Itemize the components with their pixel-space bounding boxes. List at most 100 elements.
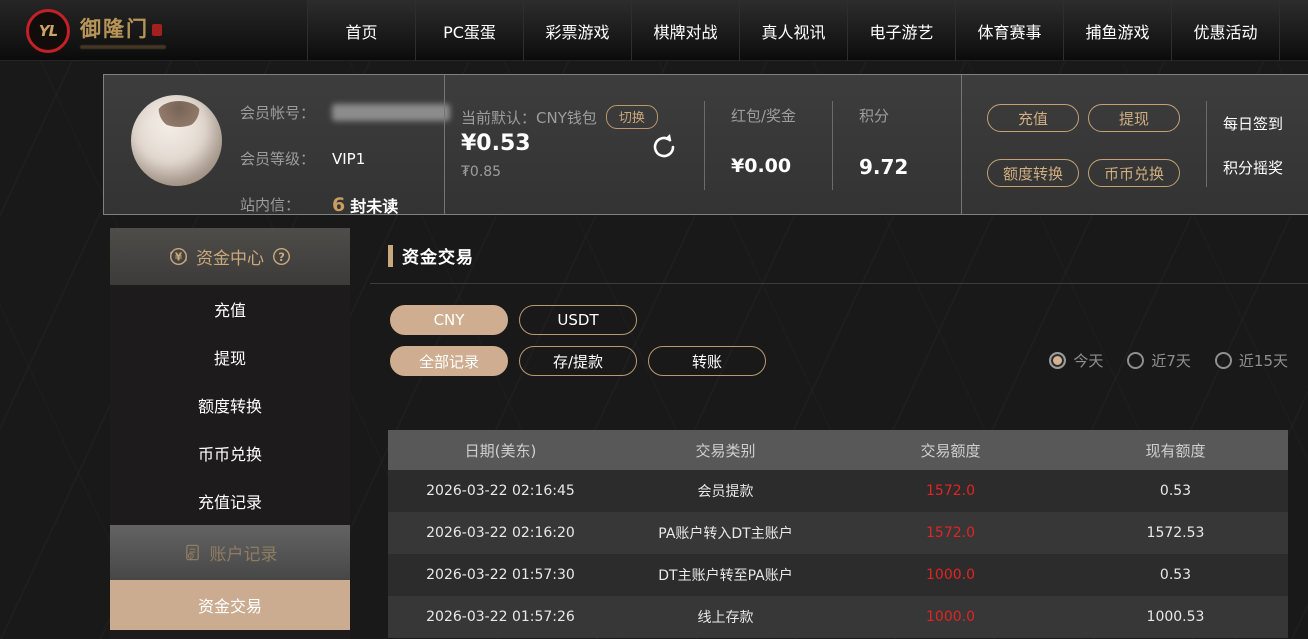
wallet-balance-cny: ¥0.53: [461, 131, 531, 156]
wallet-section: 当前默认：CNY钱包 切换 ¥0.53 ₮0.85: [444, 75, 704, 214]
wallet-balance-usdt: ₮0.85: [461, 164, 502, 180]
date-filter-radios: 今天 近7天 近15天: [1049, 350, 1288, 371]
sidebar-item-5[interactable]: 充值记录: [110, 477, 350, 525]
nav-item-7[interactable]: 体育赛事: [955, 0, 1063, 61]
table-header-3: 交易额度: [920, 441, 981, 460]
nav-item-3[interactable]: 彩票游戏: [523, 0, 631, 61]
table-cell: 1000.0: [926, 567, 975, 583]
nav-item-10[interactable]: A: [1279, 0, 1308, 61]
currency-tab-2[interactable]: USDT: [519, 305, 637, 335]
main-content: 资金交易 CNY USDT 全部记录 存/提款 转账 今天 近7天 近15天 日期(美东)…: [370, 228, 1308, 639]
table-cell: 2026-03-22 01:57:26: [426, 609, 575, 625]
svg-text:?: ?: [278, 250, 285, 264]
action-button-4[interactable]: 币币兑换: [1088, 159, 1180, 187]
radio-label: 今天: [1073, 352, 1104, 370]
table-cell: 线上存款: [697, 610, 754, 626]
quick-link-2[interactable]: 积分摇奖: [1223, 157, 1283, 178]
table-header-4: 现有额度: [1145, 441, 1206, 460]
table-row: 2026-03-22 01:57:30 DT主账户转至PA账户 1000.0 0.53: [388, 554, 1288, 596]
main-nav: 首页PC蛋蛋彩票游戏棋牌对战真人视讯电子游艺体育赛事捕鱼游戏优惠活动A: [307, 0, 1308, 61]
brand-logo[interactable]: YL 御隆门: [26, 6, 166, 56]
svg-text:¥: ¥: [175, 251, 183, 263]
brand-seal-icon: [152, 24, 162, 36]
sidebar-item-fund-transactions[interactable]: 资金交易: [110, 580, 350, 630]
title-divider: [370, 283, 1308, 284]
table-row: 2026-03-22 01:57:26 线上存款 1000.0 1000.53: [388, 596, 1288, 638]
table-header-2: 交易类别: [695, 441, 756, 460]
points-label: 积分: [859, 107, 890, 125]
radio-icon: [1049, 352, 1067, 369]
date-filter-2[interactable]: 近7天: [1127, 350, 1191, 371]
table-cell: 1000.0: [926, 609, 975, 625]
wallet-default-label: 当前默认：CNY钱包: [461, 108, 597, 127]
transactions-table: 日期(美东) 交易类别 交易额度 现有额度 2026-03-22 02:16:45 会员…: [388, 430, 1288, 638]
sidebar-item-2[interactable]: 提现: [110, 333, 350, 381]
wallet-switch-button[interactable]: 切换: [605, 105, 658, 129]
nav-item-2[interactable]: PC蛋蛋: [415, 0, 523, 61]
wallet-actions: 充值 提现 额度转换 币币兑换 每日签到积分摇奖: [961, 75, 1308, 214]
table-cell: PA账户转入DT主账户: [658, 526, 793, 542]
sidebar-section1-title: 资金中心: [196, 249, 264, 269]
table-row: 2026-03-22 02:16:45 会员提款 1572.0 0.53: [388, 470, 1288, 512]
actions-divider: [1206, 101, 1207, 187]
filter-tab-1[interactable]: 全部记录: [390, 346, 508, 376]
quick-link-1[interactable]: 每日签到: [1223, 113, 1283, 134]
inbox-label: 站内信：: [240, 196, 301, 214]
action-button-1[interactable]: 充值: [987, 104, 1079, 132]
table-cell: 0.53: [1159, 567, 1192, 583]
date-filter-1[interactable]: 今天: [1049, 350, 1103, 371]
inbox-unread-count[interactable]: 6: [332, 194, 345, 216]
account-label: 会员帐号：: [240, 104, 316, 122]
nav-item-8[interactable]: 捕鱼游戏: [1063, 0, 1171, 61]
help-icon[interactable]: ?: [272, 247, 291, 266]
points-section: 积分 9.72: [832, 75, 961, 214]
table-cell: 0.53: [1159, 483, 1192, 499]
user-panel: 会员帐号： 会员等级： VIP1 站内信： 6 封未读 当前默认：CNY钱包 切…: [103, 74, 1308, 216]
page-title: 资金交易: [402, 248, 474, 268]
table-header-row: 日期(美东) 交易类别 交易额度 现有额度: [388, 430, 1288, 470]
nav-item-1[interactable]: 首页: [307, 0, 415, 61]
date-filter-3[interactable]: 近15天: [1214, 350, 1288, 371]
nav-item-6[interactable]: 电子游艺: [847, 0, 955, 61]
radio-label: 近7天: [1151, 352, 1191, 370]
sidebar-item-4[interactable]: 币币兑换: [110, 429, 350, 477]
brand-logo-icon: YL: [26, 9, 70, 53]
top-navbar: YL 御隆门 首页 PC蛋蛋 彩票游戏 棋牌对战 真人视讯 电子游艺 体育赛事 捕鱼游戏 优惠活…: [0, 0, 1308, 61]
inbox-unread-suffix[interactable]: 封未读: [350, 193, 398, 217]
table-cell: 1572.53: [1146, 525, 1205, 541]
action-button-3[interactable]: 额度转换: [987, 159, 1079, 187]
currency-tabs: CNY USDT: [390, 305, 637, 335]
red-packet-section: 红包/奖金 ¥0.00: [704, 75, 832, 214]
table-cell: 1000.53: [1146, 609, 1205, 625]
sidebar-section-funds: ¥ 资金中心 ?: [110, 228, 350, 285]
table-row: 2026-03-22 02:16:20 PA账户转入DT主账户 1572.0 1572…: [388, 512, 1288, 554]
currency-tab-1[interactable]: CNY: [390, 305, 508, 335]
table-cell: 2026-03-22 01:57:30: [426, 567, 575, 583]
ledger-icon: ¥: [185, 544, 199, 561]
sidebar-section2-title: 账户记录: [209, 545, 278, 565]
table-body: 2026-03-22 02:16:45 会员提款 1572.0 0.53 2026-03…: [388, 470, 1288, 638]
sidebar-item-1[interactable]: 充值: [110, 285, 350, 333]
nav-item-5[interactable]: 真人视讯: [739, 0, 847, 61]
sidebar-items: 充值 提现 额度转换 币币兑换 充值记录: [110, 285, 350, 525]
filter-tab-2[interactable]: 存/提款: [519, 346, 637, 376]
radio-label: 近15天: [1238, 352, 1288, 370]
table-cell: 会员提款: [697, 484, 754, 500]
account-value-blurred: [332, 104, 450, 121]
title-accent-bar: [388, 244, 393, 267]
level-label: 会员等级：: [240, 150, 316, 168]
table-cell: 1572.0: [926, 525, 975, 541]
sidebar-item-3[interactable]: 额度转换: [110, 381, 350, 429]
radio-icon: [1214, 352, 1232, 369]
level-value: VIP1: [332, 149, 366, 168]
brand-name: 御隆门: [80, 17, 149, 41]
nav-item-9[interactable]: 优惠活动: [1171, 0, 1279, 61]
sidebar: ¥ 资金中心 ? 充值 提现 额度转换 币币兑换 充值记录 ¥ 账户记录 资金交易: [110, 228, 350, 639]
user-info: 会员帐号： 会员等级： VIP1 站内信： 6 封未读: [240, 97, 450, 235]
nav-item-4[interactable]: 棋牌对战: [631, 0, 739, 61]
svg-text:¥: ¥: [189, 553, 192, 559]
refresh-icon[interactable]: [650, 133, 678, 161]
filter-tab-3[interactable]: 转账: [648, 346, 766, 376]
user-avatar[interactable]: [131, 95, 222, 186]
action-button-2[interactable]: 提现: [1088, 104, 1180, 132]
